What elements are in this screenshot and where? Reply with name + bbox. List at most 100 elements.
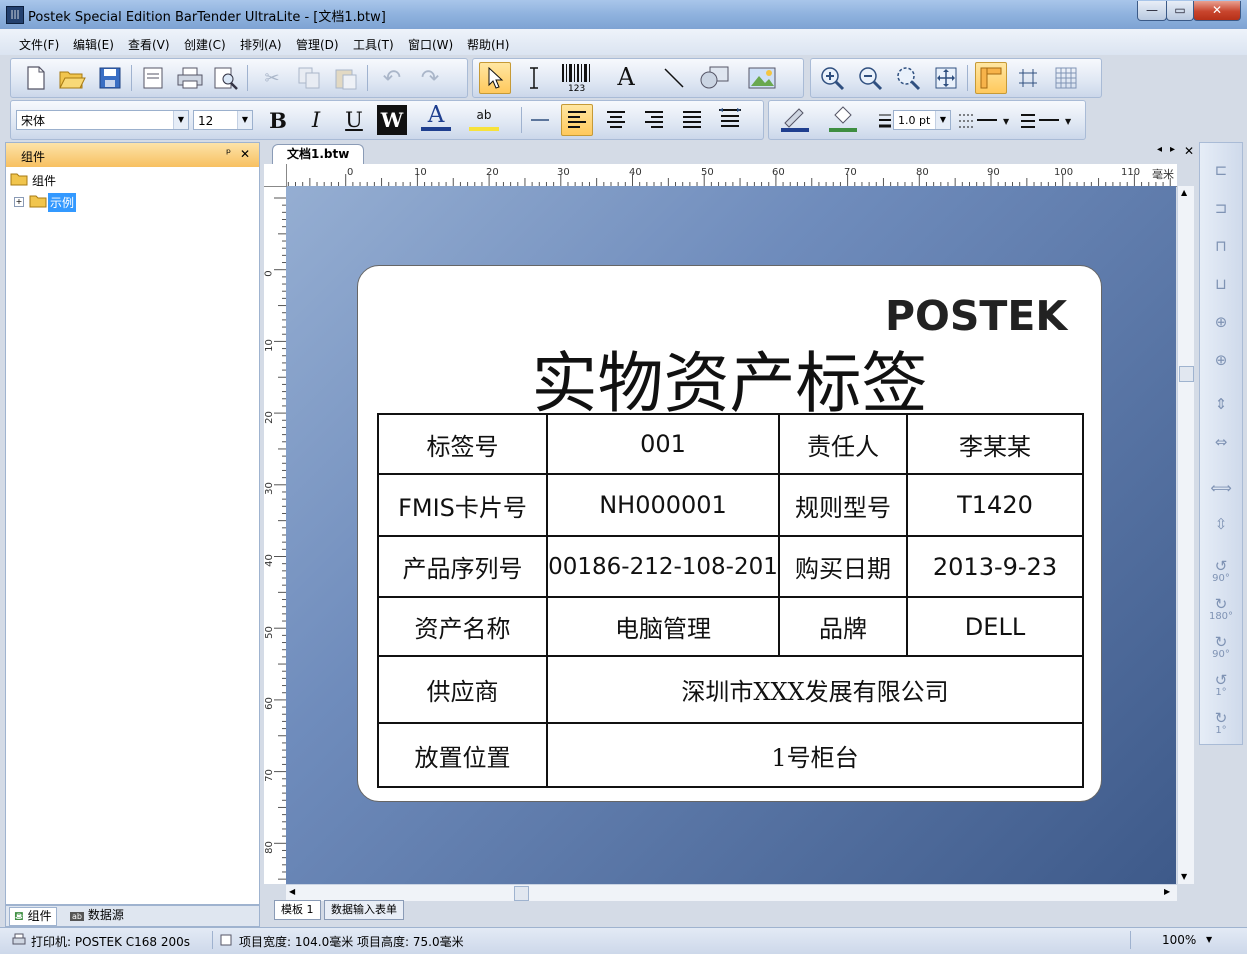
font-color-button[interactable]: A	[421, 102, 451, 131]
table-cell-value[interactable]: T1420	[908, 475, 1082, 537]
panel-close-button[interactable]: ✕	[240, 147, 250, 161]
bold-button[interactable]: B	[263, 105, 293, 135]
zoom-in-icon[interactable]	[817, 63, 847, 93]
table-cell-key[interactable]: 资产名称	[379, 598, 548, 657]
font-size-combo[interactable]: 12 ▼	[193, 110, 253, 130]
tab-template-1[interactable]: 模板 1	[274, 900, 321, 920]
maximize-button[interactable]: ▭	[1166, 1, 1194, 21]
label-title[interactable]: 实物资产标签	[358, 330, 1101, 426]
table-cell-value[interactable]: NH000001	[548, 475, 780, 537]
align-right-edge-icon[interactable]: ⊐	[1206, 193, 1236, 223]
align-left-edge-icon[interactable]: ⊏	[1206, 155, 1236, 185]
tree-child-label[interactable]: 示例	[48, 193, 77, 212]
tab-scroll-right-icon[interactable]: ▸	[1170, 144, 1175, 155]
align-center-icon[interactable]	[601, 105, 631, 135]
table-cell-value[interactable]: 001	[548, 415, 780, 475]
ruler-toggle-icon[interactable]	[975, 62, 1007, 94]
scroll-right-icon[interactable]: ▶	[1164, 887, 1170, 896]
fit-page-icon[interactable]	[931, 63, 961, 93]
center-vertical-icon[interactable]: ⇕	[1206, 389, 1236, 419]
vertical-scrollbar[interactable]: ▲ ▼	[1177, 186, 1194, 884]
new-file-icon[interactable]	[21, 63, 51, 93]
chevron-down-icon[interactable]: ▼	[237, 111, 252, 129]
chevron-down-icon[interactable]: ▼	[173, 111, 188, 129]
copy-icon[interactable]	[295, 63, 325, 93]
table-cell-key[interactable]: 产品序列号	[379, 537, 548, 598]
tab-document[interactable]: 文档1.btw	[272, 144, 365, 164]
table-cell-key[interactable]: 放置位置	[379, 724, 548, 786]
vertical-scroll-thumb[interactable]	[1179, 366, 1194, 382]
menu-arrange[interactable]: 排列(A)	[240, 36, 282, 53]
grid-icon[interactable]	[1051, 63, 1081, 93]
redo-icon[interactable]: ↷	[415, 63, 445, 93]
justify-icon[interactable]	[677, 105, 707, 135]
tab-data-entry-form[interactable]: 数据输入表单	[324, 900, 404, 920]
cut-icon[interactable]: ✂	[257, 63, 287, 93]
scroll-down-icon[interactable]: ▼	[1181, 872, 1187, 881]
table-cell-value[interactable]: 电脑管理	[548, 598, 780, 657]
menu-file[interactable]: 文件(F)	[19, 36, 59, 53]
horizontal-scroll-thumb[interactable]	[514, 886, 529, 901]
menu-edit[interactable]: 编辑(E)	[73, 36, 114, 53]
text-tool-icon[interactable]: A	[611, 62, 641, 92]
fit-text-icon[interactable]	[715, 105, 745, 135]
snap-icon[interactable]	[1013, 63, 1043, 93]
pin-icon[interactable]: ᵖ	[226, 146, 231, 160]
table-cell-value[interactable]: DELL	[908, 598, 1082, 657]
font-name-combo[interactable]: 宋体 ▼	[16, 110, 189, 130]
open-folder-icon[interactable]	[57, 63, 87, 93]
fill-color-icon[interactable]	[823, 104, 863, 134]
text-cursor-icon[interactable]	[519, 63, 549, 93]
table-cell-value[interactable]: 李某某	[908, 415, 1082, 475]
tab-datasource[interactable]: ab 数据源	[66, 907, 128, 924]
menu-tools[interactable]: 工具(T)	[353, 36, 394, 53]
table-cell-key[interactable]: 规则型号	[780, 475, 908, 537]
print-preview-icon[interactable]	[211, 63, 241, 93]
dash-style-icon[interactable]: ▼	[955, 105, 1015, 135]
expand-icon[interactable]: +	[14, 197, 24, 207]
close-button[interactable]: ✕	[1193, 1, 1241, 21]
menu-view[interactable]: 查看(V)	[128, 36, 170, 53]
scroll-up-icon[interactable]: ▲	[1181, 188, 1187, 197]
tab-scroll-left-icon[interactable]: ◂	[1157, 144, 1162, 155]
save-icon[interactable]	[95, 63, 125, 93]
underline-button[interactable]: U	[339, 105, 369, 135]
chevron-down-icon[interactable]: ▼	[935, 111, 950, 129]
bartender-icon[interactable]: |||	[6, 6, 24, 24]
menu-manage[interactable]: 管理(D)	[296, 36, 339, 53]
paste-icon[interactable]	[331, 63, 361, 93]
line-tool-icon[interactable]	[659, 63, 689, 93]
table-cell-key[interactable]: 品牌	[780, 598, 908, 657]
distribute-h-icon[interactable]: ⟺	[1206, 473, 1236, 503]
print-icon[interactable]	[175, 63, 205, 93]
line-color-icon[interactable]	[775, 104, 815, 134]
line-style-icon[interactable]	[525, 105, 555, 135]
scroll-left-icon[interactable]: ◀	[289, 887, 295, 896]
table-cell-key[interactable]: 供应商	[379, 657, 548, 724]
menu-window[interactable]: 窗口(W)	[408, 36, 453, 53]
align-right-icon[interactable]	[639, 105, 669, 135]
document-close-icon[interactable]: ✕	[1184, 144, 1194, 158]
line-weight-combo[interactable]: 1.0 pt ▼	[893, 110, 951, 130]
highlight-button[interactable]: ab	[469, 103, 499, 131]
shape-tool-icon[interactable]	[695, 63, 735, 93]
line-end-icon[interactable]: ▼	[1017, 105, 1077, 135]
reverse-text-button[interactable]: W	[377, 105, 407, 135]
menu-create[interactable]: 创建(C)	[184, 36, 226, 53]
tree-root-label[interactable]: 组件	[32, 172, 56, 189]
table-cell-value[interactable]: 2013-9-23	[908, 537, 1082, 598]
undo-icon[interactable]: ↶	[377, 63, 407, 93]
asset-label[interactable]: POSTEK 实物资产标签 标签号 001 责任人 李某某 FMIS卡片号 NH…	[357, 265, 1102, 802]
minimize-button[interactable]: —	[1137, 1, 1167, 21]
center-horizontal-icon[interactable]: ⇔	[1206, 427, 1236, 457]
horizontal-scrollbar[interactable]: ◀ ▶	[286, 884, 1177, 901]
zoom-out-icon[interactable]	[855, 63, 885, 93]
table-cell-key[interactable]: 标签号	[379, 415, 548, 475]
align-left-icon[interactable]	[561, 104, 593, 136]
align-center-h-icon[interactable]: ⊕	[1206, 307, 1236, 337]
table-cell-key[interactable]: 购买日期	[780, 537, 908, 598]
table-cell-value[interactable]: 深圳市XXX发展有限公司	[548, 657, 1082, 724]
select-pointer-icon[interactable]	[479, 62, 511, 94]
menu-help[interactable]: 帮助(H)	[467, 36, 509, 53]
table-cell-value[interactable]: 1号柜台	[548, 724, 1082, 786]
